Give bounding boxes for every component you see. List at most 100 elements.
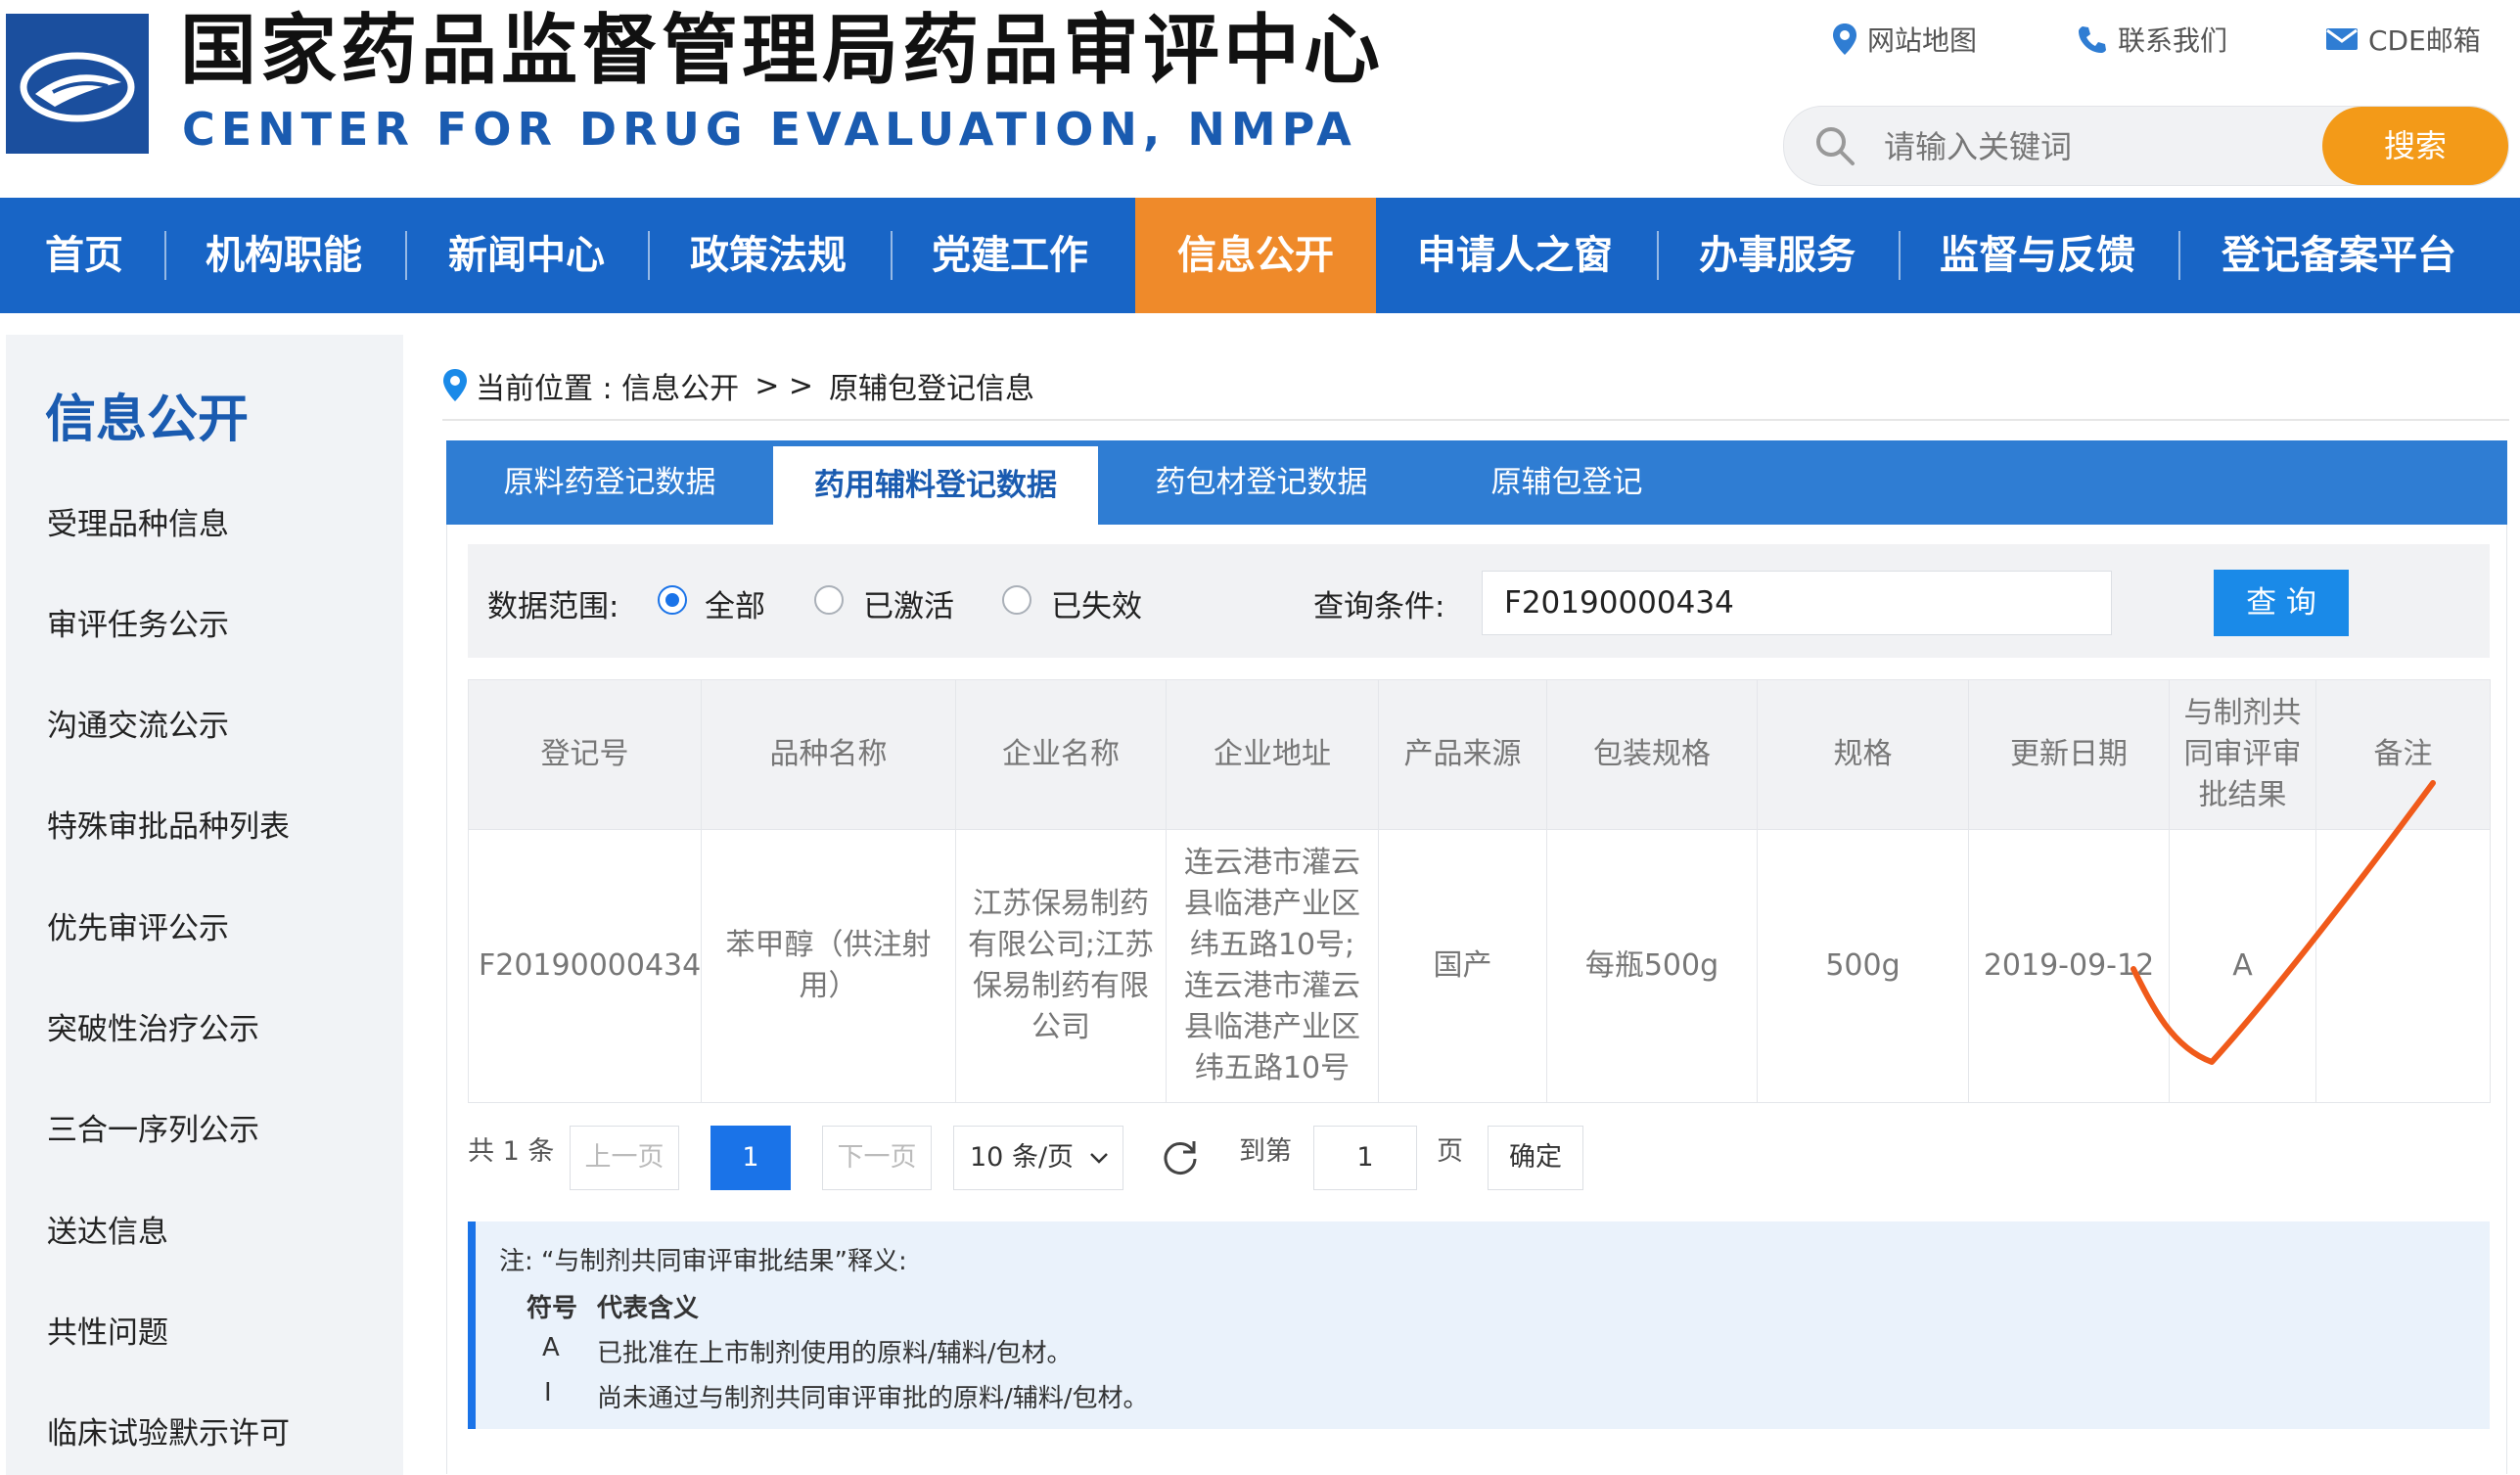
- breadcrumb-divider: [442, 419, 2509, 421]
- sitemap-link[interactable]: 网站地图: [1832, 20, 1977, 59]
- cell-company-address: 连云港市灌云县临港产业区纬五路10号;连云港市灌云县临港产业区纬五路10号: [1166, 829, 1379, 1103]
- sidebar-item[interactable]: 沟通交流公示: [47, 701, 229, 745]
- next-page-button[interactable]: 下一页: [822, 1126, 932, 1190]
- query-label: 查询条件:: [1313, 589, 1445, 624]
- nav-divider: [2178, 231, 2180, 280]
- sidebar-item[interactable]: 特殊审批品种列表: [47, 802, 290, 846]
- mail-link[interactable]: CDE邮箱: [2325, 20, 2481, 59]
- refresh-icon[interactable]: [1161, 1137, 1200, 1176]
- note-title: 注: “与制剂共同审评审批结果”释义:: [499, 1247, 907, 1276]
- breadcrumb: 当前位置 : 信息公开 > > 原辅包登记信息: [442, 364, 1034, 407]
- radio-all[interactable]: [658, 585, 687, 615]
- radio-active[interactable]: [814, 585, 844, 615]
- checkmark-annotation: [2131, 780, 2436, 1065]
- nav-party[interactable]: 党建工作: [932, 198, 1088, 313]
- note-col-symbol: 符号: [527, 1294, 578, 1323]
- radio-active-label[interactable]: 已激活: [863, 581, 954, 625]
- page-size-value: 10 条/页: [970, 1142, 1075, 1173]
- site-title-cn: 国家药品监督管理局药品审评中心: [180, 7, 1385, 95]
- sidebar-item[interactable]: 突破性治疗公示: [47, 1004, 259, 1048]
- sidebar-item[interactable]: 审评任务公示: [47, 600, 229, 644]
- sidebar-item[interactable]: 受理品种信息: [47, 499, 229, 543]
- contact-link[interactable]: 联系我们: [2077, 20, 2227, 59]
- sidebar-item[interactable]: 三合一序列公示: [47, 1105, 259, 1149]
- nav-divider: [648, 231, 650, 280]
- mail-label: CDE邮箱: [2368, 24, 2481, 57]
- nav-functions[interactable]: 机构职能: [206, 198, 362, 313]
- cell-company-name: 江苏保易制药有限公司;江苏保易制药有限公司: [955, 829, 1167, 1103]
- tab-bar: 原料药登记数据 药用辅料登记数据 药包材登记数据 原辅包登记: [446, 440, 2507, 525]
- nav-services[interactable]: 办事服务: [1699, 198, 1856, 313]
- column-header: 登记号: [468, 679, 702, 830]
- sidebar: 信息公开 受理品种信息 审评任务公示 沟通交流公示 特殊审批品种列表 优先审评公…: [6, 335, 403, 1475]
- nav-divider: [405, 231, 407, 280]
- sidebar-item[interactable]: 优先审评公示: [47, 903, 229, 947]
- cde-logo[interactable]: [6, 14, 149, 154]
- cell-spec: 500g: [1757, 829, 1969, 1103]
- mail-icon: [2326, 28, 2358, 50]
- breadcrumb-prefix[interactable]: 当前位置 : 信息公开: [476, 364, 739, 407]
- nav-home[interactable]: 首页: [45, 198, 123, 313]
- breadcrumb-separator: > >: [755, 368, 813, 403]
- sidebar-item[interactable]: 送达信息: [47, 1207, 168, 1251]
- note-meaning: 尚未通过与制剂共同审评审批的原料/辅料/包材。: [597, 1384, 1149, 1413]
- cell-package-spec: 每瓶500g: [1546, 829, 1758, 1103]
- tab-excipient-data[interactable]: 药用辅料登记数据: [773, 446, 1098, 525]
- nav-news[interactable]: 新闻中心: [448, 198, 605, 313]
- column-header: 企业地址: [1166, 679, 1379, 830]
- sidebar-item[interactable]: 共性问题: [47, 1308, 168, 1352]
- radio-inactive[interactable]: [1002, 585, 1031, 615]
- phone-icon: [2079, 26, 2106, 53]
- nav-divider: [1657, 231, 1659, 280]
- scope-label: 数据范围:: [487, 589, 619, 624]
- goto-label: 到第: [1239, 1136, 1292, 1167]
- query-input[interactable]: [1482, 571, 2112, 635]
- nav-divider: [891, 231, 893, 280]
- cell-product-name: 苯甲醇（供注射用）: [701, 829, 956, 1103]
- filter-bar: 数据范围: 全部 已激活 已失效 查询条件: 查 询: [468, 544, 2490, 658]
- cell-registration-no: F20190000434: [468, 829, 702, 1103]
- note-symbol: A: [542, 1333, 560, 1362]
- search-button[interactable]: 搜索: [2322, 107, 2508, 185]
- goto-confirm-button[interactable]: 确定: [1488, 1126, 1583, 1190]
- note-symbol: I: [544, 1378, 552, 1407]
- tab-registration[interactable]: 原辅包登记: [1425, 440, 1709, 525]
- tab-api-data[interactable]: 原料药登记数据: [446, 440, 773, 525]
- contact-label: 联系我们: [2118, 24, 2228, 57]
- legend-note: 注: “与制剂共同审评审批结果”释义: 符号 代表含义 A 已批准在上市制剂使用…: [468, 1221, 2490, 1429]
- chevron-down-icon: [1090, 1153, 1108, 1164]
- note-col-meaning: 代表含义: [597, 1294, 700, 1323]
- goto-page-input[interactable]: 1: [1313, 1126, 1417, 1190]
- sitemap-label: 网站地图: [1867, 24, 1978, 57]
- column-header: 规格: [1757, 679, 1969, 830]
- column-header: 包装规格: [1546, 679, 1758, 830]
- page-size-select[interactable]: 10 条/页: [953, 1126, 1123, 1190]
- column-header: 品种名称: [701, 679, 956, 830]
- nav-info-disclosure[interactable]: 信息公开: [1135, 198, 1376, 313]
- total-count: 共 1 条: [468, 1136, 555, 1167]
- nav-applicant[interactable]: 申请人之窗: [1417, 198, 1613, 313]
- tab-packaging-data[interactable]: 药包材登记数据: [1098, 440, 1425, 525]
- column-header: 产品来源: [1378, 679, 1547, 830]
- prev-page-button[interactable]: 上一页: [570, 1126, 679, 1190]
- page-1-button[interactable]: 1: [710, 1126, 791, 1190]
- nav-supervision[interactable]: 监督与反馈: [1940, 198, 2135, 313]
- note-meaning: 已批准在上市制剂使用的原料/辅料/包材。: [597, 1339, 1073, 1368]
- nav-policy[interactable]: 政策法规: [690, 198, 847, 313]
- search-icon: [1816, 127, 1855, 165]
- page-unit-label: 页: [1437, 1136, 1463, 1167]
- search-bar: 搜索: [1783, 106, 2509, 186]
- nav-divider: [164, 231, 166, 280]
- main-nav: 首页 机构职能 新闻中心 政策法规 党建工作 信息公开 申请人之窗 办事服务 监…: [0, 198, 2520, 313]
- nav-divider: [1899, 231, 1901, 280]
- sidebar-item[interactable]: 临床试验默示许可: [47, 1408, 290, 1452]
- nav-registration[interactable]: 登记备案平台: [2222, 198, 2456, 313]
- location-pin-icon: [1833, 23, 1856, 55]
- site-title-en: CENTER FOR DRUG EVALUATION, NMPA: [182, 103, 1357, 156]
- column-header: 企业名称: [955, 679, 1167, 830]
- location-pin-icon: [443, 369, 467, 401]
- sidebar-title: 信息公开: [45, 391, 250, 449]
- query-button[interactable]: 查 询: [2214, 570, 2349, 636]
- radio-inactive-label[interactable]: 已失效: [1051, 581, 1142, 625]
- radio-all-label[interactable]: 全部: [705, 581, 765, 625]
